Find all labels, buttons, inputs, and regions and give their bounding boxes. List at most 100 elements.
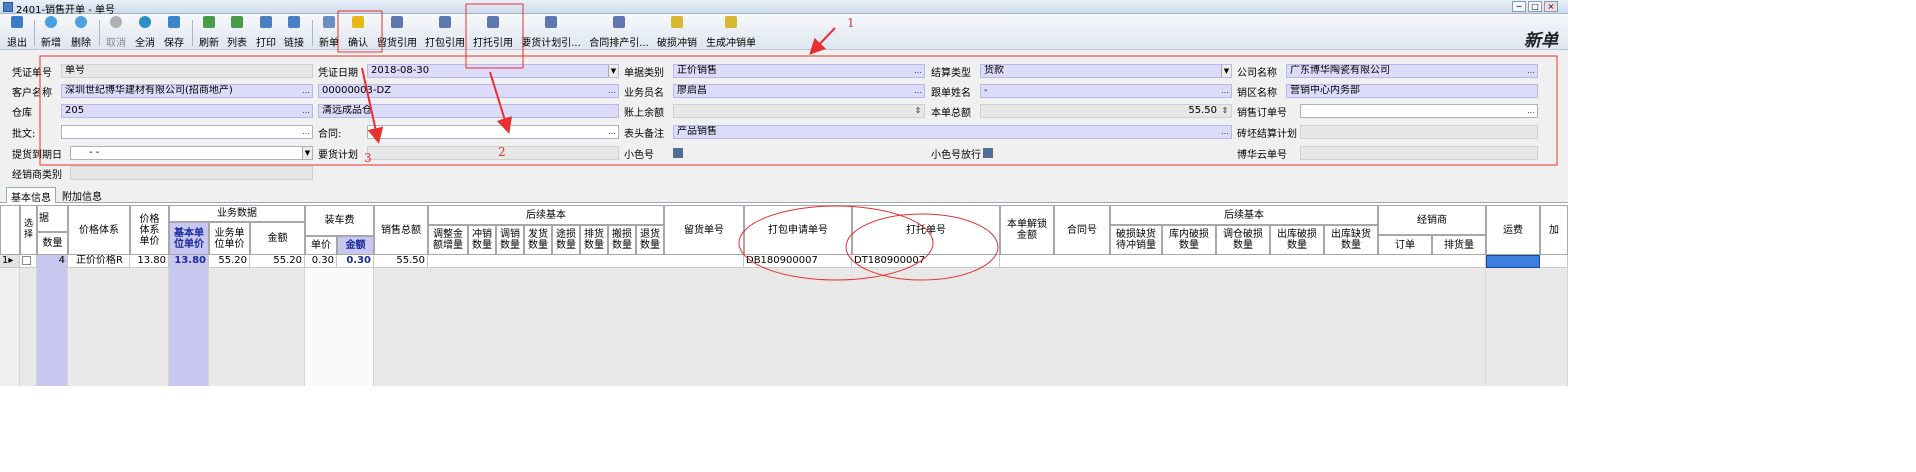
gen-offset-button[interactable]: 生成冲销单	[702, 16, 760, 50]
amount-cell[interactable]: 55.20	[250, 255, 305, 268]
select-cell[interactable]	[20, 255, 37, 268]
approval-field[interactable]: …	[61, 125, 313, 139]
warehouse-name-field[interactable]: 清远成品仓	[318, 104, 619, 118]
price-system-cell[interactable]: 正价价格R	[68, 255, 130, 268]
small-color-checkbox[interactable]	[673, 148, 683, 158]
list-button[interactable]: 列表	[224, 16, 250, 50]
row-indicator[interactable]: 1▸	[0, 255, 20, 268]
qty-cell[interactable]: 4	[37, 255, 68, 268]
company-field[interactable]: 广东博华陶瓷有限公司…	[1286, 64, 1538, 78]
customer-field[interactable]: 深圳世纪博华建材有限公司(招商地产)…	[61, 84, 313, 98]
ju-header: 据	[37, 205, 68, 232]
dropdown-arrow-icon[interactable]: ▼	[608, 65, 618, 77]
warehouse-field[interactable]: 205…	[61, 104, 313, 118]
plan-ref-button[interactable]: 要货计划引...	[519, 16, 583, 50]
ellipsis-icon[interactable]: …	[1220, 85, 1230, 97]
confirm-button[interactable]: 确认	[345, 16, 371, 50]
contract-ref-button[interactable]: 合同排产引...	[586, 16, 652, 50]
company-label: 公司名称	[1237, 68, 1277, 79]
app-icon	[3, 2, 13, 12]
exit-button[interactable]: 退出	[4, 16, 30, 50]
customer-code-field[interactable]: 00000003-DZ…	[318, 84, 619, 98]
damage-offset-button[interactable]: 破损冲销	[654, 16, 700, 50]
ellipsis-icon[interactable]: …	[1526, 65, 1536, 77]
contract-field[interactable]: …	[367, 125, 619, 139]
spinner-icon[interactable]: ⇕	[913, 105, 923, 117]
unit-price-cell[interactable]: 0.30	[305, 255, 337, 268]
offset-icon	[671, 16, 683, 28]
base-price-cell[interactable]: 13.80	[169, 255, 209, 268]
biz-price-cell[interactable]: 55.20	[209, 255, 250, 268]
header-note-field[interactable]: 产品销售…	[673, 125, 1232, 139]
doc-type-field[interactable]: 正价销售…	[673, 64, 925, 78]
dealer-type-field	[70, 166, 313, 180]
fee-amount-cell[interactable]: 0.30	[337, 255, 374, 268]
arrange-qty-header: 排货数量	[580, 225, 608, 255]
small-color-pass-label: 小色号放行	[931, 150, 981, 161]
undo-all-button[interactable]: 全消	[132, 16, 158, 50]
amount-header: 金额	[250, 222, 305, 255]
body-column	[20, 268, 37, 386]
salesman-field[interactable]: 廖启昌…	[673, 84, 925, 98]
add-button[interactable]: 新增	[38, 16, 64, 50]
extra-cell[interactable]	[1540, 255, 1568, 268]
refresh-button[interactable]: 刷新	[196, 16, 222, 50]
voucher-date-field[interactable]: 2018-08-30 ▼	[367, 64, 619, 78]
ellipsis-icon[interactable]: …	[301, 105, 311, 117]
spinner-icon[interactable]: ⇕	[1220, 105, 1230, 117]
dealer-type-label: 经销商类别	[12, 170, 62, 181]
header-form: 凭证单号 单号 凭证日期 2018-08-30 ▼ 单据类别 正价销售… 结算类型…	[0, 50, 1568, 185]
ellipsis-icon[interactable]: …	[301, 85, 311, 97]
row-select-checkbox[interactable]	[22, 256, 31, 265]
tab-extra-info[interactable]: 附加信息	[58, 187, 106, 203]
delivery-due-field[interactable]: - - ▼	[70, 146, 313, 160]
ellipsis-icon[interactable]: …	[607, 126, 617, 138]
ellipsis-icon[interactable]: …	[607, 85, 617, 97]
pack-ref-button[interactable]: 打包引用	[422, 16, 468, 50]
follower-field[interactable]: -…	[980, 84, 1232, 98]
toolbar-separator	[99, 20, 100, 46]
save-icon	[168, 16, 180, 28]
maximize-button[interactable]: □	[1528, 1, 1542, 12]
sales-area-label: 销区名称	[1237, 88, 1277, 99]
ellipsis-icon[interactable]: …	[301, 126, 311, 138]
pallet-no-cell[interactable]: DT180900007	[852, 255, 1000, 268]
warehouse-label: 仓库	[12, 108, 32, 119]
ellipsis-icon[interactable]: …	[1220, 126, 1230, 138]
tab-basic-info[interactable]: 基本信息	[6, 187, 56, 204]
ellipsis-icon[interactable]: …	[913, 65, 923, 77]
small-color-pass-checkbox[interactable]	[983, 148, 993, 158]
delete-button[interactable]: 删除	[68, 16, 94, 50]
pallet-ref-button[interactable]: 打托引用	[470, 16, 516, 50]
dropdown-arrow-icon[interactable]: ▼	[1221, 65, 1231, 77]
print-button[interactable]: 打印	[253, 16, 279, 50]
ellipsis-icon[interactable]: …	[913, 85, 923, 97]
cancel-button[interactable]: 取消	[103, 16, 129, 50]
save-button[interactable]: 保存	[161, 16, 187, 50]
sales-total-cell[interactable]: 55.50	[374, 255, 428, 268]
pallet-no-header: 打托单号	[852, 205, 1000, 255]
follow-cells[interactable]	[428, 255, 744, 268]
follower-label: 跟单姓名	[931, 88, 971, 99]
pack-req-no-cell[interactable]: DB180900007	[744, 255, 852, 268]
unit-price-header: 单价	[305, 236, 337, 255]
freight-cell-selected[interactable]	[1486, 255, 1540, 268]
ellipsis-icon[interactable]: …	[1526, 105, 1536, 117]
reserve-ref-button[interactable]: 留货引用	[374, 16, 420, 50]
new-doc-button[interactable]: 新单	[316, 16, 342, 50]
dropdown-arrow-icon[interactable]: ▼	[302, 147, 312, 159]
settle-type-field[interactable]: 货款 ▼	[980, 64, 1232, 78]
minimize-button[interactable]: −	[1512, 1, 1526, 12]
body-column	[209, 268, 305, 386]
trailing-cells[interactable]	[1000, 255, 1486, 268]
close-button[interactable]: ×	[1544, 1, 1558, 12]
link-button[interactable]: 链接	[281, 16, 307, 50]
new-doc-icon	[323, 16, 335, 28]
salesman-label: 业务员名	[624, 88, 664, 99]
voucher-no-field[interactable]: 单号	[61, 64, 313, 78]
sales-area-field[interactable]: 营销中心内务部	[1286, 84, 1538, 98]
doc-icon	[487, 16, 499, 28]
price-system-unit-cell[interactable]: 13.80	[130, 255, 169, 268]
lightning-icon	[352, 16, 364, 28]
sales-order-field[interactable]: …	[1300, 104, 1538, 118]
